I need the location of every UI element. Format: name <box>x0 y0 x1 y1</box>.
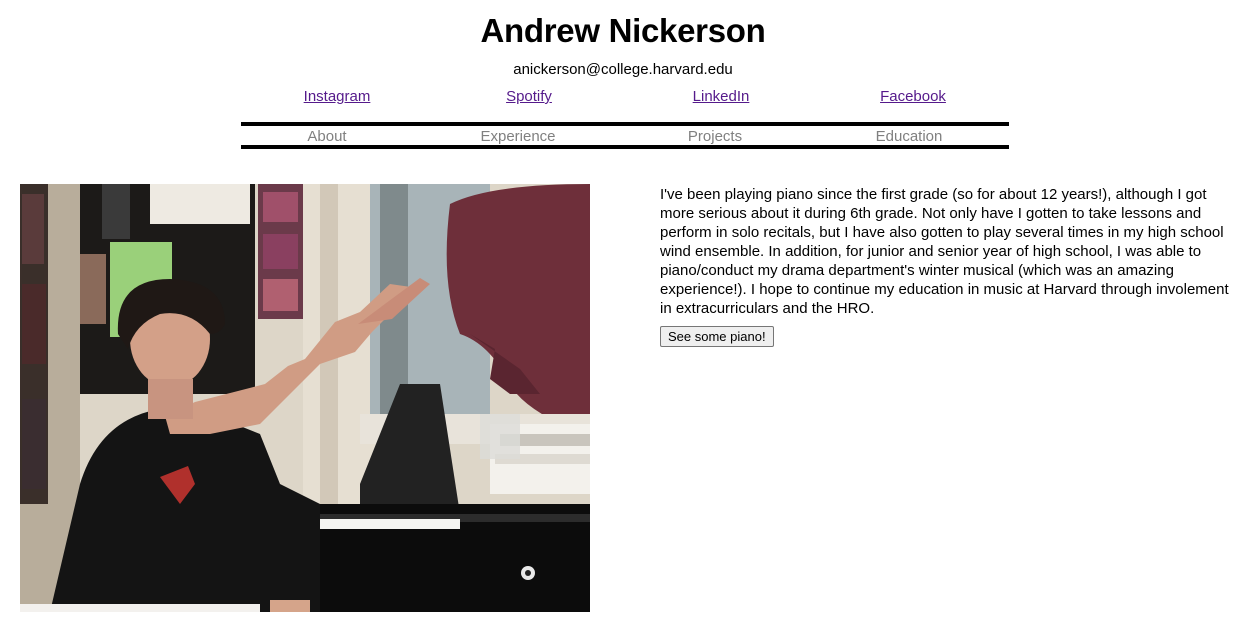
about-paragraph: I've been playing piano since the first … <box>660 186 1229 317</box>
see-piano-button[interactable]: See some piano! <box>660 326 774 347</box>
linkedin-link[interactable]: LinkedIn <box>693 88 750 105</box>
email-address: anickerson@college.harvard.edu <box>513 61 733 78</box>
site-title: Andrew Nickerson <box>480 12 766 49</box>
nav-about[interactable]: About <box>307 128 346 145</box>
social-links: Instagram Spotify LinkedIn Facebook <box>241 88 1009 108</box>
spotify-link[interactable]: Spotify <box>506 88 552 105</box>
nav-education[interactable]: Education <box>876 128 943 145</box>
instagram-link[interactable]: Instagram <box>304 88 371 105</box>
nav-bar: About Experience Projects Education <box>241 122 1009 149</box>
facebook-link[interactable]: Facebook <box>880 88 946 105</box>
page: Andrew Nickerson anickerson@college.harv… <box>0 0 1246 641</box>
about-photo <box>20 184 590 612</box>
nav-projects[interactable]: Projects <box>688 128 742 145</box>
nav-experience[interactable]: Experience <box>480 128 555 145</box>
